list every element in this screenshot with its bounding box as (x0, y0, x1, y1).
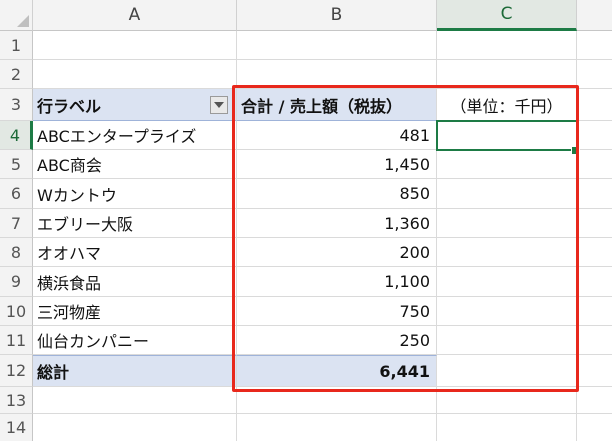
cell-d6[interactable] (577, 179, 612, 209)
cell-d13[interactable] (577, 387, 612, 414)
cell-d9[interactable] (577, 267, 612, 297)
dropdown-arrow-icon (214, 102, 224, 108)
row-header-2[interactable]: 2 (0, 60, 33, 89)
row-header-13[interactable]: 13 (0, 387, 33, 414)
row-header-10[interactable]: 10 (0, 297, 33, 326)
cell-a2[interactable] (33, 60, 237, 89)
pivot-row-labels-header[interactable]: 行ラベル (33, 89, 237, 121)
row-label-text: エブリー大阪 (37, 215, 134, 234)
pivot-row-labels-text: 行ラベル (37, 96, 102, 116)
row-header-14[interactable]: 14 (0, 414, 33, 441)
cell-b1[interactable] (237, 31, 437, 60)
cell-d11[interactable] (577, 326, 612, 355)
row-label-text: オオハマ (37, 244, 102, 263)
pivot-row-label[interactable]: 横浜食品 (33, 267, 237, 297)
row-header-8[interactable]: 8 (0, 238, 33, 267)
highlight-annotation-box (232, 85, 579, 392)
select-all-corner[interactable] (0, 0, 33, 31)
pivot-row-label[interactable]: ABCエンタープライズ (33, 121, 237, 150)
cell-d7[interactable] (577, 209, 612, 238)
row-header-4[interactable]: 4 (0, 121, 33, 150)
row-header-12[interactable]: 12 (0, 355, 33, 387)
cell-b14[interactable] (237, 414, 437, 441)
cell-a1[interactable] (33, 31, 237, 60)
pivot-row-label[interactable]: 三河物産 (33, 297, 237, 326)
row-header-6[interactable]: 6 (0, 179, 33, 209)
row-label-text: 横浜食品 (37, 273, 102, 293)
cell-d3[interactable] (577, 89, 612, 121)
cell-d1[interactable] (577, 31, 612, 60)
cell-a14[interactable] (33, 414, 237, 441)
spreadsheet-grid[interactable]: A B C 1 2 3 4 5 6 7 8 9 10 11 12 13 14 行… (0, 0, 612, 441)
row-label-text: 仙台カンパニー (37, 332, 150, 351)
cell-d8[interactable] (577, 238, 612, 267)
cell-d12[interactable] (577, 355, 612, 387)
row-header-7[interactable]: 7 (0, 209, 33, 238)
pivot-row-label[interactable]: Wカントウ (33, 179, 237, 209)
pivot-total-label[interactable]: 総計 (33, 355, 237, 387)
cell-a13[interactable] (33, 387, 237, 414)
cell-d10[interactable] (577, 297, 612, 326)
row-label-text: ABC商会 (37, 156, 102, 175)
column-header-d[interactable] (577, 0, 612, 31)
row-header-11[interactable]: 11 (0, 326, 33, 355)
cell-d14[interactable] (577, 414, 612, 441)
column-header-b[interactable]: B (237, 0, 437, 31)
row-label-text: ABCエンタープライズ (37, 127, 197, 146)
pivot-row-label[interactable]: オオハマ (33, 238, 237, 267)
total-label-text: 総計 (37, 363, 70, 382)
row-header-5[interactable]: 5 (0, 150, 33, 179)
cell-d4[interactable] (577, 121, 612, 150)
cell-c14[interactable] (437, 414, 577, 441)
row-header-1[interactable]: 1 (0, 31, 33, 60)
cell-d2[interactable] (577, 60, 612, 89)
cell-d5[interactable] (577, 150, 612, 179)
select-all-triangle-icon (17, 15, 29, 27)
row-label-text: Wカントウ (37, 185, 117, 205)
column-header-a[interactable]: A (33, 0, 237, 31)
cell-c1[interactable] (437, 31, 577, 60)
pivot-row-label[interactable]: ABC商会 (33, 150, 237, 179)
filter-dropdown-button[interactable] (210, 96, 228, 114)
pivot-row-label[interactable]: エブリー大阪 (33, 209, 237, 238)
row-header-3[interactable]: 3 (0, 89, 33, 121)
column-header-c[interactable]: C (437, 0, 577, 31)
row-header-9[interactable]: 9 (0, 267, 33, 297)
pivot-row-label[interactable]: 仙台カンパニー (33, 326, 237, 355)
row-label-text: 三河物産 (37, 303, 102, 322)
